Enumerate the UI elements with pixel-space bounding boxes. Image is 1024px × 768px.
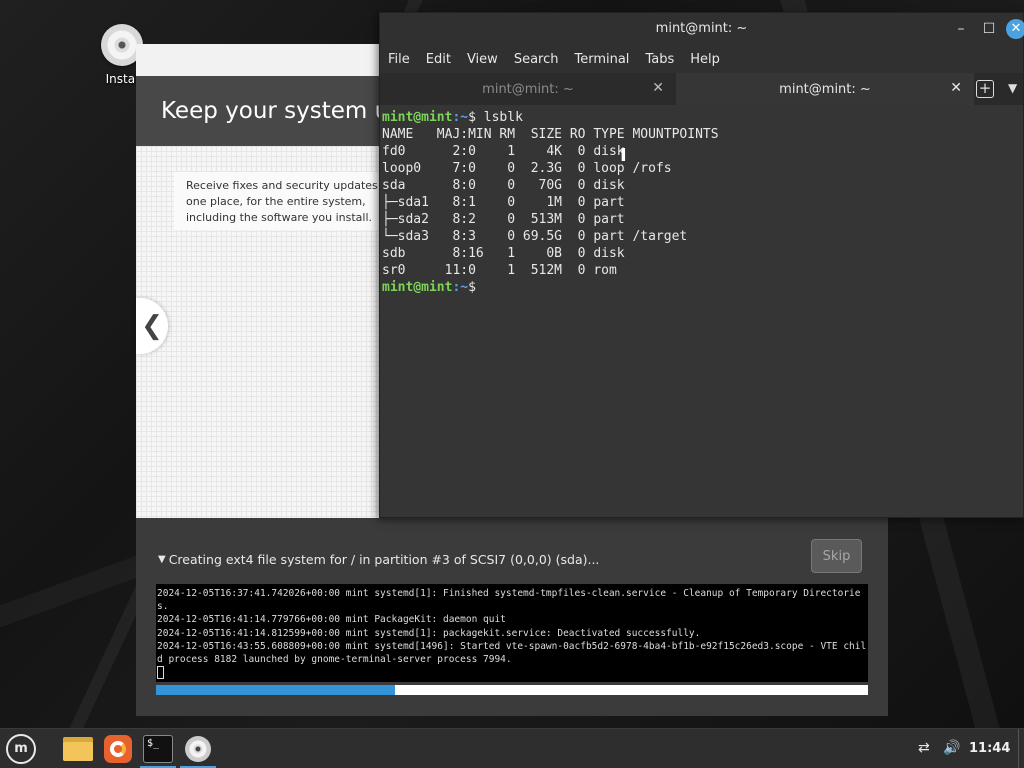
show-desktop-button[interactable] [1018, 729, 1024, 768]
menu-edit[interactable]: Edit [426, 52, 451, 67]
terminal-titlebar[interactable]: mint@mint: ~ – ☐ ✕ [380, 13, 1024, 45]
prompt-symbol: $ [468, 280, 484, 295]
close-tab-icon[interactable]: ✕ [652, 80, 664, 96]
slide-title: Keep your system up [161, 98, 404, 124]
chevron-left-icon: ❮ [141, 311, 163, 341]
maximize-button[interactable]: ☐ [979, 19, 999, 39]
firefox-icon[interactable] [102, 733, 134, 765]
prompt-user: mint@mint [382, 110, 453, 125]
prompt-path: :~ [452, 110, 469, 125]
prompt-user: mint@mint [382, 280, 453, 295]
slide-text-content: Receive fixes and security updates one p… [186, 179, 378, 224]
terminal-window[interactable]: mint@mint: ~ – ☐ ✕ File Edit View Search… [379, 12, 1024, 518]
terminal-output[interactable]: mint@mint:~$ lsblk NAME MAJ:MIN RM SIZE … [380, 107, 1023, 517]
network-icon[interactable]: ⇄ [918, 740, 930, 756]
taskbar: m $_ ⇄ 🔊 11:44 [0, 728, 1024, 768]
menu-search[interactable]: Search [514, 52, 559, 67]
new-tab-button[interactable]: + [976, 80, 994, 98]
minimize-button[interactable]: – [951, 19, 971, 39]
terminal-tab-2[interactable]: mint@mint: ~ ✕ [676, 73, 974, 105]
expander-triangle-icon: ▼ [158, 554, 166, 565]
progress-fill [156, 685, 395, 695]
install-status[interactable]: ▼ Creating ext4 file system for / in par… [158, 552, 599, 567]
previous-slide-button[interactable]: ❮ [136, 298, 168, 354]
files-folder-icon[interactable] [62, 733, 94, 765]
installer-disc-icon[interactable] [182, 733, 214, 765]
text-cursor-icon: I [620, 145, 627, 166]
menu-tabs[interactable]: Tabs [645, 52, 674, 67]
lsblk-output: NAME MAJ:MIN RM SIZE RO TYPE MOUNTPOINTS… [382, 127, 719, 278]
volume-icon[interactable]: 🔊 [943, 740, 960, 756]
terminal-menubar: File Edit View Search Terminal Tabs Help [380, 45, 1023, 73]
log-text: 2024-12-05T16:37:41.742026+00:00 mint sy… [157, 588, 867, 666]
close-button[interactable]: ✕ [1006, 19, 1024, 39]
tab-label: mint@mint: ~ [779, 81, 871, 97]
slide-text: Receive fixes and security updates one p… [174, 172, 384, 230]
menu-file[interactable]: File [388, 52, 410, 67]
close-tab-icon[interactable]: ✕ [950, 80, 962, 96]
terminal-tabbar: mint@mint: ~ ✕ mint@mint: ~ ✕ + ▼ [380, 73, 1023, 105]
command-text: lsblk [483, 110, 523, 125]
menu-terminal[interactable]: Terminal [574, 52, 629, 67]
progress-bar [156, 685, 868, 695]
install-status-text: Creating ext4 file system for / in parti… [168, 552, 600, 567]
clock[interactable]: 11:44 [969, 741, 1010, 756]
terminal-launcher-icon[interactable]: $_ [142, 733, 174, 765]
install-progress-panel: ▼ Creating ext4 file system for / in par… [136, 518, 888, 716]
menu-help[interactable]: Help [690, 52, 720, 67]
mint-menu-icon[interactable]: m [6, 734, 36, 764]
tab-label: mint@mint: ~ [482, 81, 574, 97]
prompt-symbol: $ [468, 110, 484, 125]
terminal-title: mint@mint: ~ [655, 21, 748, 36]
terminal-tab-1[interactable]: mint@mint: ~ ✕ [380, 73, 676, 105]
skip-button[interactable]: Skip [811, 539, 862, 573]
tab-menu-icon[interactable]: ▼ [1008, 81, 1017, 95]
prompt-path: :~ [452, 280, 469, 295]
log-cursor [157, 666, 164, 680]
terminal-icon-text: $_ [143, 735, 173, 763]
install-log[interactable]: 2024-12-05T16:37:41.742026+00:00 mint sy… [156, 584, 868, 682]
menu-view[interactable]: View [467, 52, 498, 67]
